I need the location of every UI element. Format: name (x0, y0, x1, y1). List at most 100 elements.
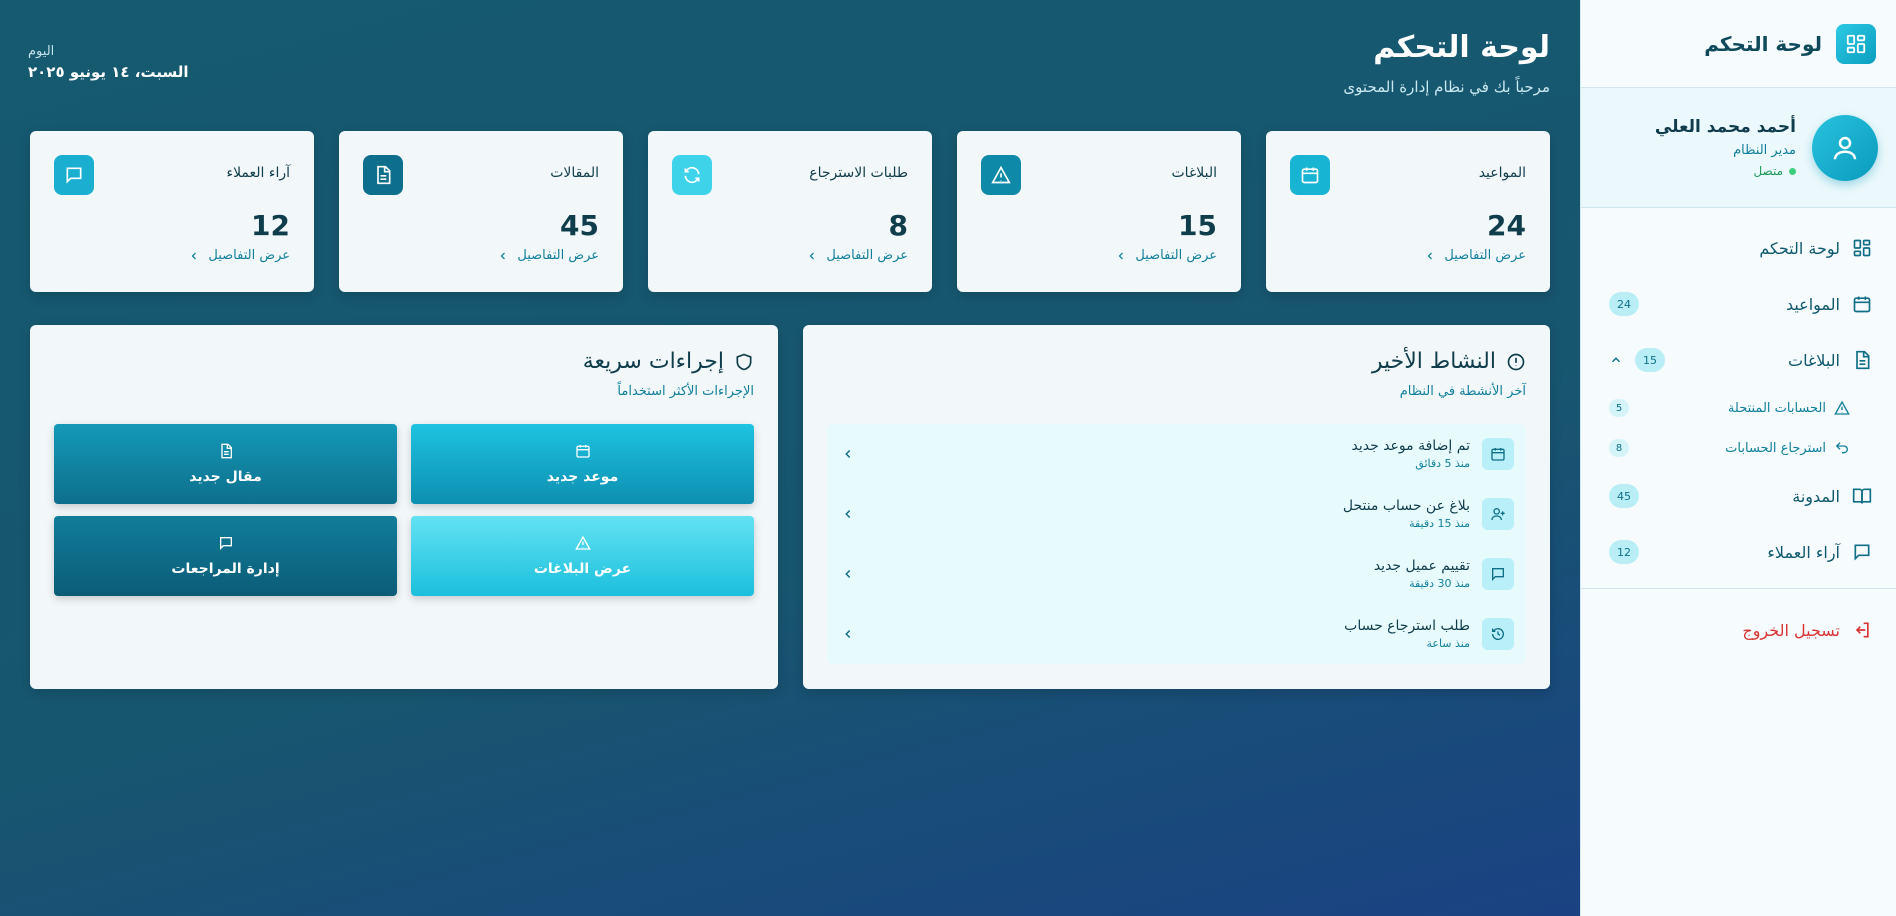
activity-time: منذ 30 دقيقة (1409, 577, 1470, 590)
history-icon (1482, 618, 1514, 650)
sidebar-subitem-recovery[interactable]: استرجاع الحسابات 8 (1581, 428, 1896, 468)
sidebar-item-label: المدونة (1792, 486, 1840, 506)
link-label: عرض التفاصيل (1135, 248, 1217, 263)
panel-title-text: إجراءات سريعة (582, 349, 724, 374)
stat-value: 45 (560, 209, 599, 242)
document-icon (1852, 350, 1872, 370)
sidebar: لوحة التحكم أحمد محمد العلي مدير النظام … (1580, 0, 1896, 916)
chevron-left-icon[interactable] (841, 447, 855, 461)
warning-icon (981, 155, 1021, 195)
grid-icon[interactable] (1836, 23, 1876, 64)
sidebar-item-label: لوحة التحكم (1759, 238, 1840, 258)
refresh-icon (672, 155, 712, 195)
view-reports-button[interactable]: عرض البلاغات (411, 516, 754, 596)
date-label: اليوم (28, 44, 55, 59)
view-details-link[interactable]: عرض التفاصيل (1290, 248, 1526, 263)
sidebar-item-blog[interactable]: المدونة 45 (1581, 468, 1896, 524)
chevron-left-icon[interactable] (841, 507, 855, 521)
chevron-left-icon[interactable] (841, 567, 855, 581)
count-badge: 24 (1609, 292, 1639, 316)
calendar-icon (1482, 438, 1514, 470)
stat-card-articles: المقالات 45 عرض التفاصيل (339, 131, 623, 292)
stat-value: 15 (1178, 209, 1217, 242)
view-details-link[interactable]: عرض التفاصيل (54, 248, 290, 263)
activity-title: تم إضافة موعد جديد (1351, 438, 1471, 454)
sidebar-item-reviews[interactable]: آراء العملاء 12 (1581, 524, 1896, 580)
list-item[interactable]: بلاغ عن حساب منتحل منذ 15 دقيقة (827, 484, 1526, 544)
user-profile: أحمد محمد العلي مدير النظام متصل (1581, 88, 1896, 208)
document-icon (363, 155, 403, 195)
sidebar-item-dashboard[interactable]: لوحة التحكم (1581, 220, 1896, 276)
link-label: عرض التفاصيل (517, 248, 599, 263)
logout-button[interactable]: تسجيل الخروج (1581, 589, 1896, 671)
panel-subtitle: الإجراءات الأكثر استخداماً (617, 384, 754, 399)
sidebar-header: لوحة التحكم (1581, 0, 1896, 88)
activity-time: منذ ساعة (1426, 637, 1470, 650)
view-details-link[interactable]: عرض التفاصيل (672, 248, 908, 263)
sidebar-nav: لوحة التحكم المواعيد 24 البلاغات 15 الحس… (1581, 208, 1896, 671)
list-item[interactable]: تقييم عميل جديد منذ 30 دقيقة (827, 544, 1526, 604)
chevron-left-icon (1115, 250, 1127, 262)
manage-reviews-button[interactable]: إدارة المراجعات (54, 516, 397, 596)
user-plus-icon (1482, 498, 1514, 530)
sidebar-item-reports[interactable]: البلاغات 15 (1581, 332, 1896, 388)
avatar[interactable] (1812, 114, 1878, 181)
link-label: عرض التفاصيل (1444, 248, 1526, 263)
online-status: متصل (1655, 164, 1796, 178)
sidebar-item-label: البلاغات (1788, 350, 1840, 370)
view-details-link[interactable]: عرض التفاصيل (981, 248, 1217, 263)
stat-card-reviews: آراء العملاء 12 عرض التفاصيل (30, 131, 314, 292)
message-icon (218, 535, 234, 551)
new-appointment-button[interactable]: موعد جديد (411, 424, 754, 504)
stats-row: المواعيد 24 عرض التفاصيل البلاغات 15 عرض… (30, 131, 1550, 292)
button-label: إدارة المراجعات (171, 561, 280, 577)
chevron-left-icon (1424, 250, 1436, 262)
new-article-button[interactable]: مقال جديد (54, 424, 397, 504)
sidebar-item-label: آراء العملاء (1767, 542, 1840, 562)
calendar-icon (575, 443, 591, 459)
sidebar-subitem-label: استرجاع الحسابات (1725, 440, 1826, 456)
chevron-left-icon (188, 250, 200, 262)
page-subtitle: مرحباً بك في نظام إدارة المحتوى (1343, 78, 1550, 96)
panel-title: إجراءات سريعة (583, 349, 754, 374)
stat-card-reports: البلاغات 15 عرض التفاصيل (957, 131, 1241, 292)
stat-value: 24 (1487, 209, 1526, 242)
date-block: اليوم السبت، ١٤ يونيو ٢٠٢٥ (28, 44, 189, 81)
stat-title: المواعيد (1478, 165, 1526, 181)
status-label: متصل (1753, 164, 1783, 178)
date-value: السبت، ١٤ يونيو ٢٠٢٥ (28, 63, 189, 81)
quick-actions-grid: موعد جديد مقال جديد عرض البلاغات إدارة ا… (54, 424, 754, 596)
link-label: عرض التفاصيل (208, 248, 290, 263)
sidebar-item-appointments[interactable]: المواعيد 24 (1581, 276, 1896, 332)
quick-actions-panel: إجراءات سريعة الإجراءات الأكثر استخداماً… (30, 325, 778, 689)
count-badge: 8 (1609, 439, 1629, 457)
sidebar-subitem-label: الحسابات المنتحلة (1727, 400, 1826, 416)
grid-icon (1852, 238, 1872, 258)
stat-card-appointments: المواعيد 24 عرض التفاصيل (1266, 131, 1550, 292)
chevron-left-icon[interactable] (841, 627, 855, 641)
message-icon (1482, 558, 1514, 590)
list-item[interactable]: طلب استرجاع حساب منذ ساعة (827, 604, 1526, 664)
page-title: لوحة التحكم (1373, 30, 1550, 65)
sidebar-item-label: المواعيد (1785, 294, 1840, 314)
button-label: مقال جديد (189, 469, 262, 485)
activity-title: تقييم عميل جديد (1373, 558, 1470, 574)
stat-card-recovery: طلبات الاسترجاع 8 عرض التفاصيل (648, 131, 932, 292)
list-item[interactable]: تم إضافة موعد جديد منذ 5 دقائق (827, 424, 1526, 484)
link-label: عرض التفاصيل (826, 248, 908, 263)
calendar-icon (1852, 294, 1872, 314)
shield-icon (734, 352, 754, 372)
undo-icon (1834, 440, 1850, 456)
profile-role: مدير النظام (1733, 143, 1796, 158)
chevron-up-icon[interactable] (1609, 353, 1623, 367)
view-details-link[interactable]: عرض التفاصيل (363, 248, 599, 263)
user-icon (1833, 136, 1857, 159)
sidebar-subitem-impersonated[interactable]: الحسابات المنتحلة 5 (1581, 388, 1896, 428)
book-icon (1852, 486, 1872, 506)
status-dot-icon (1789, 167, 1796, 175)
stat-title: طلبات الاسترجاع (809, 165, 908, 181)
sidebar-title: لوحة التحكم (1704, 31, 1822, 56)
warning-icon (1834, 400, 1850, 416)
logout-icon (1852, 620, 1872, 640)
count-badge: 15 (1635, 348, 1665, 372)
